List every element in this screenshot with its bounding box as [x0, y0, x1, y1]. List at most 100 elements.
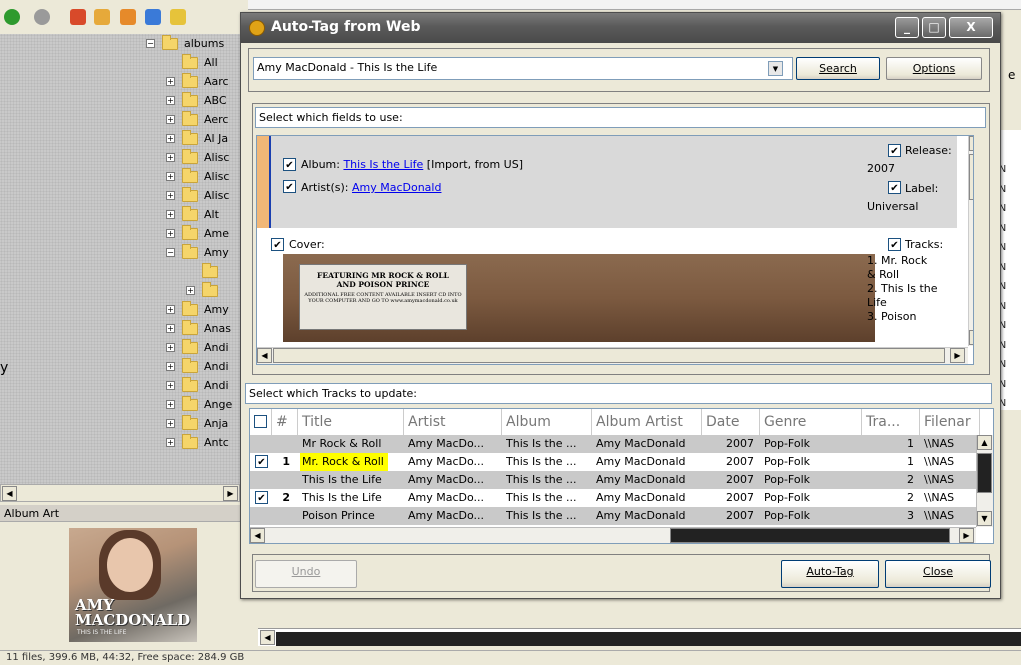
select-all-checkbox[interactable] [254, 415, 267, 428]
cell-artist: Amy MacDo... [408, 509, 485, 522]
tree-item-label: Andi [204, 379, 229, 392]
column-header-title[interactable]: Title [298, 409, 404, 435]
close-window-button[interactable]: X [949, 17, 993, 38]
column-header-filename[interactable]: Filenar [920, 409, 980, 435]
column-header-album[interactable]: Album [502, 409, 592, 435]
scroll-left-arrow[interactable]: ◀ [2, 486, 17, 501]
scroll-down-arrow[interactable]: ▼ [969, 330, 973, 345]
tracks-table[interactable]: # Title Artist Album Album Artist Date Genre Tr… [249, 408, 994, 544]
fields-horizontal-scrollbar[interactable]: ◀ ▶ [257, 347, 968, 364]
table-row[interactable]: 1 Mr. Rock & Roll Amy MacDo... This Is the … [250, 453, 993, 471]
maximize-button[interactable]: □ [922, 17, 946, 38]
scroll-thumb[interactable] [969, 154, 973, 200]
query-combo-box[interactable]: Amy MacDonald - This Is the Life [253, 57, 793, 80]
document-icon[interactable] [170, 9, 186, 25]
tree-item-label: ABC [204, 94, 227, 107]
main-scroll-thumb[interactable] [276, 632, 1021, 646]
table-row[interactable]: This Is the Life Amy MacDo... This Is the … [250, 471, 993, 489]
expand-icon[interactable]: + [166, 210, 175, 219]
expand-icon[interactable]: + [166, 419, 175, 428]
album-checkbox[interactable] [283, 158, 296, 171]
cell-filename: \\NAS [924, 509, 955, 522]
select-all-column[interactable] [250, 409, 272, 435]
release-checkbox[interactable] [888, 144, 901, 157]
tracks-vertical-scrollbar[interactable]: ▲ ▼ [976, 435, 993, 527]
expand-icon[interactable]: + [166, 96, 175, 105]
expand-icon[interactable]: + [166, 115, 175, 124]
expand-icon[interactable]: + [186, 286, 195, 295]
scroll-down-arrow[interactable]: ▼ [977, 511, 992, 526]
tree-horizontal-scrollbar[interactable]: ◀ ▶ [0, 484, 240, 502]
list-edit-icon[interactable] [70, 9, 86, 25]
expand-icon[interactable]: + [166, 324, 175, 333]
expand-icon[interactable]: + [166, 400, 175, 409]
expand-icon[interactable]: + [166, 381, 175, 390]
column-header-artist[interactable]: Artist [404, 409, 502, 435]
cover-label: Cover: [289, 238, 325, 251]
expand-icon[interactable]: + [166, 343, 175, 352]
expand-icon[interactable]: + [166, 77, 175, 86]
album-field-group[interactable]: Album: This Is the Life [Import, from US… [257, 136, 957, 228]
scroll-right-arrow[interactable]: ▶ [223, 486, 238, 501]
forward-icon[interactable] [34, 9, 50, 25]
column-header-date[interactable]: Date [702, 409, 760, 435]
scroll-thumb[interactable] [273, 348, 945, 363]
tracks-horizontal-scrollbar[interactable]: ◀ ▶ [250, 527, 976, 543]
expand-icon[interactable]: + [166, 305, 175, 314]
background-tab-strip [248, 0, 1021, 10]
tag-icon[interactable] [120, 9, 136, 25]
options-button[interactable]: Options [886, 57, 982, 80]
column-header-num[interactable]: # [272, 409, 298, 435]
search-button[interactable]: Search [796, 57, 880, 80]
expand-icon[interactable]: + [166, 172, 175, 181]
scroll-left-arrow[interactable]: ◀ [257, 348, 272, 363]
scroll-thumb[interactable] [670, 528, 950, 543]
tag-web-icon[interactable] [145, 9, 161, 25]
artist-checkbox[interactable] [283, 180, 296, 193]
close-button[interactable]: Close [885, 560, 991, 588]
folder-icon [182, 168, 198, 183]
column-header-genre[interactable]: Genre [760, 409, 862, 435]
label-checkbox[interactable] [888, 181, 901, 194]
row-checkbox[interactable] [255, 455, 268, 468]
scroll-up-arrow[interactable]: ▲ [977, 435, 992, 450]
scroll-up-arrow[interactable]: ▲ [969, 136, 973, 151]
cell-artist: Amy MacDo... [408, 437, 485, 450]
expand-icon[interactable]: + [166, 153, 175, 162]
cover-checkbox[interactable] [271, 238, 284, 251]
expand-icon[interactable]: + [166, 229, 175, 238]
album-link[interactable]: This Is the Life [343, 158, 423, 171]
table-row[interactable]: Poison Prince Amy MacDo... This Is the ...… [250, 507, 993, 525]
expand-icon[interactable]: + [166, 362, 175, 371]
expand-icon[interactable]: + [166, 191, 175, 200]
folder-tree[interactable]: − albums All + Aarc + ABC + Aerc + Al Ja + Alisc + A… [0, 34, 240, 484]
table-row[interactable]: Mr Rock & Roll Amy MacDo... This Is the ..… [250, 435, 993, 453]
expand-icon[interactable]: + [166, 134, 175, 143]
tracks-checkbox[interactable] [888, 238, 901, 251]
chevron-down-icon[interactable]: ▼ [768, 61, 783, 76]
scroll-right-arrow[interactable]: ▶ [950, 348, 965, 363]
minimize-button[interactable]: _ [895, 17, 919, 38]
undo-button[interactable]: Undo [255, 560, 357, 588]
folder-icon [162, 35, 178, 50]
fields-vertical-scrollbar[interactable]: ▲ ▼ [968, 136, 973, 346]
fields-list[interactable]: Album: This Is the Life [Import, from US… [256, 135, 974, 365]
release-label: Release: [905, 144, 952, 157]
row-checkbox[interactable] [255, 491, 268, 504]
back-icon[interactable] [4, 9, 20, 25]
dialog-titlebar[interactable]: Auto-Tag from Web _ □ X [241, 13, 1000, 43]
left-edge-text: y [0, 360, 9, 376]
collapse-icon[interactable]: − [146, 39, 155, 48]
scroll-thumb[interactable] [977, 453, 992, 493]
expand-icon[interactable]: + [166, 438, 175, 447]
scroll-left-arrow[interactable]: ◀ [260, 630, 275, 645]
column-header-album-artist[interactable]: Album Artist [592, 409, 702, 435]
artist-link[interactable]: Amy MacDonald [352, 181, 441, 194]
collapse-icon[interactable]: − [166, 248, 175, 257]
column-header-track[interactable]: Tra... [862, 409, 920, 435]
scroll-left-arrow[interactable]: ◀ [250, 528, 265, 543]
table-row[interactable]: 2 This Is the Life Amy MacDo... This Is the… [250, 489, 993, 507]
scroll-right-arrow[interactable]: ▶ [959, 528, 974, 543]
auto-tag-button[interactable]: Auto-Tag [781, 560, 879, 588]
music-icon[interactable] [94, 9, 110, 25]
